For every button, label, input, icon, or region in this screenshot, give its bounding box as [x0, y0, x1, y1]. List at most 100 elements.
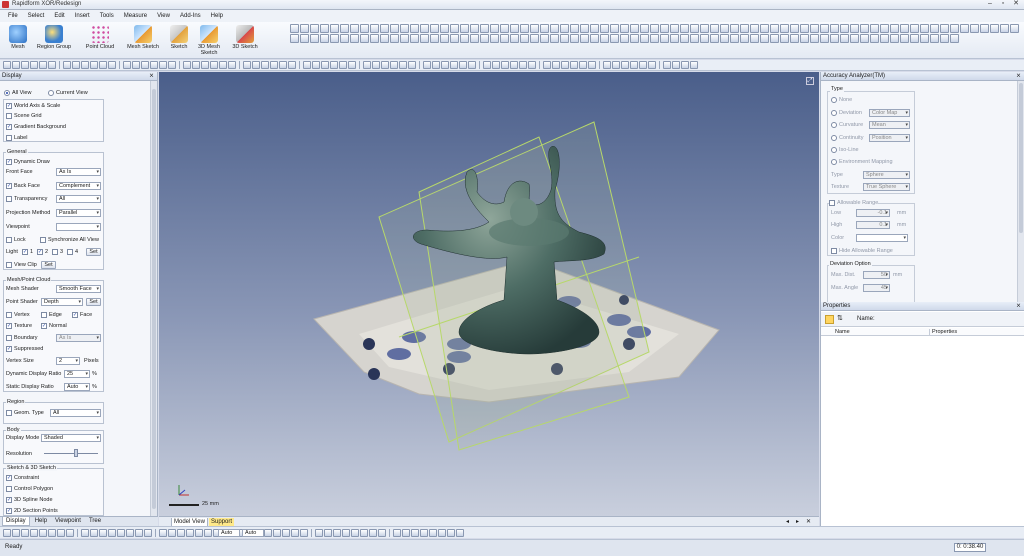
- toolbar-tool-icon[interactable]: [960, 24, 969, 33]
- toolbar-tool-icon[interactable]: [135, 528, 143, 537]
- toolbar-tool-icon[interactable]: [940, 34, 949, 43]
- toolbar-tool-icon[interactable]: [3, 61, 11, 69]
- toolbar-tool-icon[interactable]: [621, 61, 629, 69]
- dynamic-ratio-dropdown[interactable]: 25: [64, 370, 90, 378]
- toolbar-tool-icon[interactable]: [510, 34, 519, 43]
- toolbar-tool-icon[interactable]: [402, 528, 410, 537]
- menu-edit[interactable]: Edit: [54, 13, 64, 19]
- toolbar-tool-icon[interactable]: [920, 34, 929, 43]
- toolbar-tool-icon[interactable]: [840, 24, 849, 33]
- toolbar-tool-icon[interactable]: [600, 34, 609, 43]
- toolbar-tool-icon[interactable]: [700, 34, 709, 43]
- toolbar-tool-icon[interactable]: [730, 34, 739, 43]
- geom-type-checkbox[interactable]: Geom. Type: [6, 409, 44, 417]
- toolbar-tool-icon[interactable]: [492, 61, 500, 69]
- toolbar-tool-icon[interactable]: [640, 24, 649, 33]
- toolbar-tool-icon[interactable]: [920, 24, 929, 33]
- toolbar-tool-icon[interactable]: [530, 34, 539, 43]
- toolbar-tool-icon[interactable]: [261, 61, 269, 69]
- boundary-checkbox[interactable]: Boundary: [6, 334, 38, 342]
- toolbar-tool-icon[interactable]: [501, 61, 509, 69]
- toolbar-tool-icon[interactable]: [500, 34, 509, 43]
- toolbar-tool-icon[interactable]: [650, 34, 659, 43]
- toolbar-tool-icon[interactable]: [339, 61, 347, 69]
- toolbar-tool-icon[interactable]: [132, 61, 140, 69]
- toolbar-tool-icon[interactable]: [360, 24, 369, 33]
- toolbar-tool-icon[interactable]: [351, 528, 359, 537]
- toolbar-tool-icon[interactable]: [663, 61, 671, 69]
- toolbar-tool-icon[interactable]: [410, 34, 419, 43]
- toolbar-tool-icon[interactable]: [830, 34, 839, 43]
- control-polygon-checkbox[interactable]: Control Polygon: [6, 485, 53, 493]
- point-shader-dropdown[interactable]: Depth: [41, 298, 83, 306]
- toolbar-tool-icon[interactable]: [350, 34, 359, 43]
- point-cloud-button[interactable]: Point Cloud: [82, 25, 118, 57]
- toolbar-tool-icon[interactable]: [561, 61, 569, 69]
- toolbar-tool-icon[interactable]: [460, 24, 469, 33]
- toolbar-tool-icon[interactable]: [81, 61, 89, 69]
- toolbar-tool-icon[interactable]: [510, 61, 518, 69]
- toolbar-tool-icon[interactable]: [460, 34, 469, 43]
- high-input[interactable]: 0.1: [856, 221, 890, 229]
- toolbar-tool-icon[interactable]: [310, 34, 319, 43]
- toolbar-tool-icon[interactable]: [12, 528, 20, 537]
- toolbar-tool-icon[interactable]: [660, 34, 669, 43]
- panel-scrollbar[interactable]: [150, 81, 157, 516]
- toolbar-tool-icon[interactable]: [48, 528, 56, 537]
- close-panel-icon[interactable]: ⨯: [149, 72, 154, 81]
- toolbar-tool-icon[interactable]: [480, 34, 489, 43]
- toolbar-tool-icon[interactable]: [410, 24, 419, 33]
- curvature-dropdown[interactable]: Mean: [869, 121, 910, 129]
- toolbar-tool-icon[interactable]: [360, 528, 368, 537]
- projection-dropdown[interactable]: Parallel: [56, 209, 101, 217]
- toolbar-tool-icon[interactable]: [603, 61, 611, 69]
- toolbar-tool-icon[interactable]: [490, 24, 499, 33]
- sort-alpha-icon[interactable]: ⇅: [837, 314, 843, 322]
- toolbar-tool-icon[interactable]: [890, 24, 899, 33]
- toolbar-tool-icon[interactable]: [400, 24, 409, 33]
- toolbar-tool-icon[interactable]: [90, 528, 98, 537]
- point-shader-set-button[interactable]: Set: [86, 298, 101, 306]
- toolbar-tool-icon[interactable]: [177, 528, 185, 537]
- vertex-size-dropdown[interactable]: 2: [56, 357, 80, 365]
- toolbar-tool-icon[interactable]: [363, 61, 371, 69]
- toolbar-tool-icon[interactable]: [290, 24, 299, 33]
- toolbar-tool-icon[interactable]: [648, 61, 656, 69]
- tab-prev-icon[interactable]: ◂: [784, 518, 791, 526]
- toolbar-tool-icon[interactable]: [750, 24, 759, 33]
- toolbar-tool-icon[interactable]: [930, 34, 939, 43]
- toolbar-tool-icon[interactable]: [21, 61, 29, 69]
- toolbar-tool-icon[interactable]: [168, 528, 176, 537]
- toolbar-tool-icon[interactable]: [300, 24, 309, 33]
- 3d-viewport[interactable]: 25 mm ⤢: [159, 72, 819, 516]
- boundary-dropdown[interactable]: As Is: [56, 334, 101, 342]
- toolbar-tool-icon[interactable]: [980, 24, 989, 33]
- toolbar-tool-icon[interactable]: [640, 34, 649, 43]
- toolbar-tool-icon[interactable]: [360, 34, 369, 43]
- toolbar-tool-icon[interactable]: [670, 34, 679, 43]
- toolbar-tool-icon[interactable]: [588, 61, 596, 69]
- toolbar-tool-icon[interactable]: [456, 528, 464, 537]
- categorized-icon[interactable]: [825, 315, 834, 324]
- toolbar-tool-icon[interactable]: [870, 34, 879, 43]
- toolbar-tool-icon[interactable]: [340, 34, 349, 43]
- menu-measure[interactable]: Measure: [124, 13, 147, 19]
- expand-view-icon[interactable]: ⤢: [806, 77, 814, 85]
- toolbar-tool-icon[interactable]: [670, 24, 679, 33]
- toolbar-tool-icon[interactable]: [450, 61, 458, 69]
- toolbar-tool-icon[interactable]: [159, 528, 167, 537]
- toolbar-tool-icon[interactable]: [900, 34, 909, 43]
- toolbar-tool-icon[interactable]: [324, 528, 332, 537]
- transparency-checkbox[interactable]: Transparency: [6, 195, 47, 203]
- toolbar-tool-icon[interactable]: [408, 61, 416, 69]
- toolbar-tool-icon[interactable]: [300, 528, 308, 537]
- toolbar-tool-icon[interactable]: [530, 24, 539, 33]
- toolbar-tool-icon[interactable]: [57, 528, 65, 537]
- toolbar-tool-icon[interactable]: [39, 528, 47, 537]
- toolbar-tool-icon[interactable]: [630, 24, 639, 33]
- toolbar-tool-icon[interactable]: [399, 61, 407, 69]
- toolbar-tool-icon[interactable]: [620, 24, 629, 33]
- toolbar-tool-icon[interactable]: [144, 528, 152, 537]
- color-picker[interactable]: [856, 234, 908, 242]
- toolbar-tool-icon[interactable]: [290, 34, 299, 43]
